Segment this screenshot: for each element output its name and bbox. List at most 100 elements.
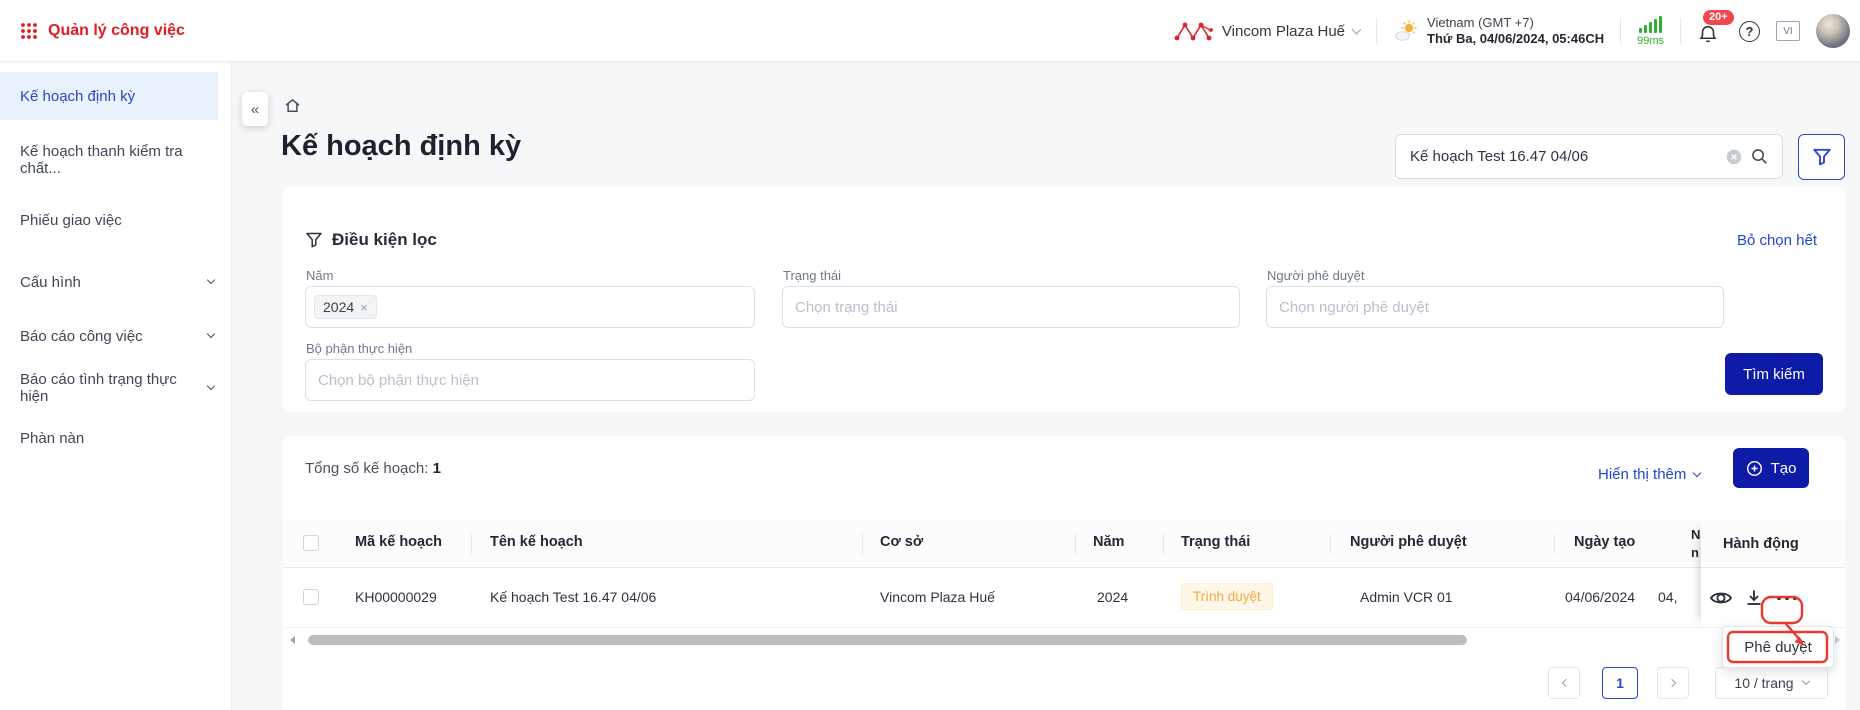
page-title: Kế hoạch định kỳ (281, 130, 521, 163)
year-label: Năm (306, 268, 333, 283)
sidebar-item-cau-hinh[interactable]: Cấu hình (0, 258, 232, 306)
row-checkbox[interactable] (303, 589, 319, 605)
ellipsis-icon (1775, 594, 1799, 602)
horizontal-scrollbar (283, 634, 1845, 646)
year-tag-value: 2024 (323, 299, 354, 315)
actions-fixed-column: Hành động (1701, 520, 1845, 628)
sidebar-item-bao-cao-cong-viec[interactable]: Báo cáo công việc (0, 312, 232, 360)
pagination-page-1[interactable]: 1 (1602, 667, 1638, 699)
filter-toggle-button[interactable] (1798, 134, 1845, 180)
site-selector[interactable]: Vincom Plaza Huế (1174, 19, 1360, 43)
chevron-down-icon (207, 382, 215, 390)
site-name: Vincom Plaza Huế (1222, 23, 1345, 40)
table-header-row: Mã kế hoạch Tên kế hoạch Cơ sở Năm Trạng… (283, 520, 1845, 568)
top-header: Quản lý công việc Vincom Plaza Huế (0, 0, 1860, 62)
create-button-label: Tạo (1771, 460, 1797, 477)
more-actions-button[interactable] (1775, 594, 1799, 602)
cell-approver: Admin VCR 01 (1360, 589, 1453, 605)
chevron-down-icon (1352, 24, 1362, 34)
clear-all-link[interactable]: Bỏ chọn hết (1737, 232, 1817, 249)
clear-search-icon[interactable] (1726, 149, 1742, 165)
column-hanh-dong: Hành động (1723, 536, 1799, 552)
eye-icon (1709, 586, 1733, 610)
sidebar-item-label: Kế hoạch thanh kiểm tra chất... (20, 143, 214, 177)
department-select[interactable] (305, 359, 755, 401)
filter-title-label: Điều kiện lọc (332, 230, 437, 250)
year-tag: 2024 × (314, 295, 377, 319)
chevron-down-icon (1801, 677, 1809, 685)
sidebar-item-label: Cấu hình (20, 274, 81, 291)
total-count-value: 1 (433, 460, 441, 477)
column-nam[interactable]: Năm (1093, 534, 1124, 550)
approve-label: Phê duyệt (1744, 639, 1812, 656)
column-divider (1075, 534, 1076, 554)
plus-circle-icon (1746, 460, 1763, 477)
show-more-link[interactable]: Hiển thị thêm (1598, 466, 1700, 483)
cell-name: Kế hoạch Test 16.47 04/06 (490, 589, 656, 605)
divider (1376, 18, 1377, 44)
sidebar-item-label: Kế hoạch định kỳ (20, 88, 135, 105)
notification-badge: 20+ (1703, 10, 1734, 25)
approve-menu-item[interactable]: Phê duyệt (1722, 626, 1834, 668)
search-input[interactable] (1396, 148, 1726, 165)
download-icon (1744, 588, 1764, 608)
remove-tag-icon[interactable]: × (360, 300, 368, 315)
column-divider (862, 534, 863, 554)
page-size-value: 10 / trang (1734, 675, 1793, 691)
filter-panel-title: Điều kiện lọc (305, 230, 437, 250)
cell-clipped: 04, (1658, 589, 1688, 605)
sidebar-item-label: Báo cáo tình trạng thực hiện (20, 371, 208, 405)
help-button[interactable]: ? (1739, 21, 1760, 42)
divider (1680, 18, 1681, 44)
search-icon[interactable] (1750, 147, 1769, 166)
table-row[interactable]: KH00000029 Kế hoạch Test 16.47 04/06 Vin… (283, 568, 1845, 628)
approver-label: Người phê duyệt (1267, 268, 1364, 283)
pagination-next-button[interactable] (1657, 667, 1689, 699)
total-count-label: Tổng số kế hoạch: (305, 460, 428, 477)
language-switcher[interactable]: VI (1776, 21, 1800, 41)
breadcrumb-home-icon[interactable] (283, 96, 302, 115)
sidebar-item-bao-cao-tinh-trang[interactable]: Báo cáo tình trạng thực hiện (0, 364, 232, 412)
status-select[interactable] (782, 286, 1240, 328)
app-title: Quản lý công việc (48, 22, 185, 40)
sidebar-item-label: Báo cáo công việc (20, 328, 143, 345)
signal-bars-icon (1639, 15, 1662, 33)
column-trang-thai[interactable]: Trạng thái (1181, 534, 1250, 550)
sidebar-collapse-button[interactable]: « (242, 92, 268, 126)
view-action-button[interactable] (1709, 586, 1733, 610)
chevron-down-icon (207, 276, 215, 284)
download-action-button[interactable] (1744, 588, 1764, 608)
year-select[interactable]: 2024 × (305, 286, 755, 328)
sidebar-item-ke-hoach-dinh-ky[interactable]: Kế hoạch định kỳ (0, 72, 218, 120)
sidebar-item-phieu-giao-viec[interactable]: Phiếu giao việc (0, 196, 232, 244)
column-ngay-tao[interactable]: Ngày tạo (1574, 534, 1635, 550)
brand: Quản lý công việc (20, 0, 185, 62)
collapse-icon: « (251, 101, 259, 118)
sidebar-item-label: Phàn nàn (20, 430, 84, 447)
datetime-label: Thứ Ba, 04/06/2024, 05:46CH (1427, 31, 1604, 47)
notifications-button[interactable]: 20+ (1697, 16, 1723, 46)
total-count: Tổng số kế hoạch: 1 (305, 460, 441, 477)
sidebar-item-thanh-kiem-tra[interactable]: Kế hoạch thanh kiểm tra chất... (0, 136, 232, 184)
filter-panel: Điều kiện lọc Bỏ chọn hết Năm 2024 × Trạ… (283, 186, 1845, 412)
approver-select[interactable] (1266, 286, 1724, 328)
column-nguoi-phe-duyet[interactable]: Người phê duyệt (1350, 534, 1467, 550)
column-divider (1163, 534, 1164, 554)
select-all-checkbox[interactable] (303, 535, 319, 551)
search-submit-button[interactable]: Tìm kiếm (1725, 353, 1823, 395)
column-co-so[interactable]: Cơ sở (880, 534, 923, 550)
scroll-left-arrow[interactable] (290, 636, 295, 644)
column-ten-ke-hoach[interactable]: Tên kế hoạch (490, 534, 583, 550)
create-button[interactable]: Tạo (1733, 448, 1809, 488)
scroll-right-arrow[interactable] (1835, 636, 1840, 644)
cell-code: KH00000029 (355, 589, 437, 605)
column-ma-ke-hoach[interactable]: Mã kế hoạch (355, 534, 442, 550)
pagination-prev-button[interactable] (1548, 667, 1580, 699)
scrollbar-thumb[interactable] (308, 635, 1467, 645)
page-size-select[interactable]: 10 / trang (1715, 667, 1828, 699)
chevron-down-icon (1693, 468, 1701, 476)
sidebar-item-phan-nan[interactable]: Phàn nàn (0, 414, 232, 462)
region-label: Vietnam (GMT +7) (1427, 15, 1604, 31)
app-launcher-icon[interactable] (20, 22, 38, 40)
user-avatar[interactable] (1816, 14, 1850, 48)
